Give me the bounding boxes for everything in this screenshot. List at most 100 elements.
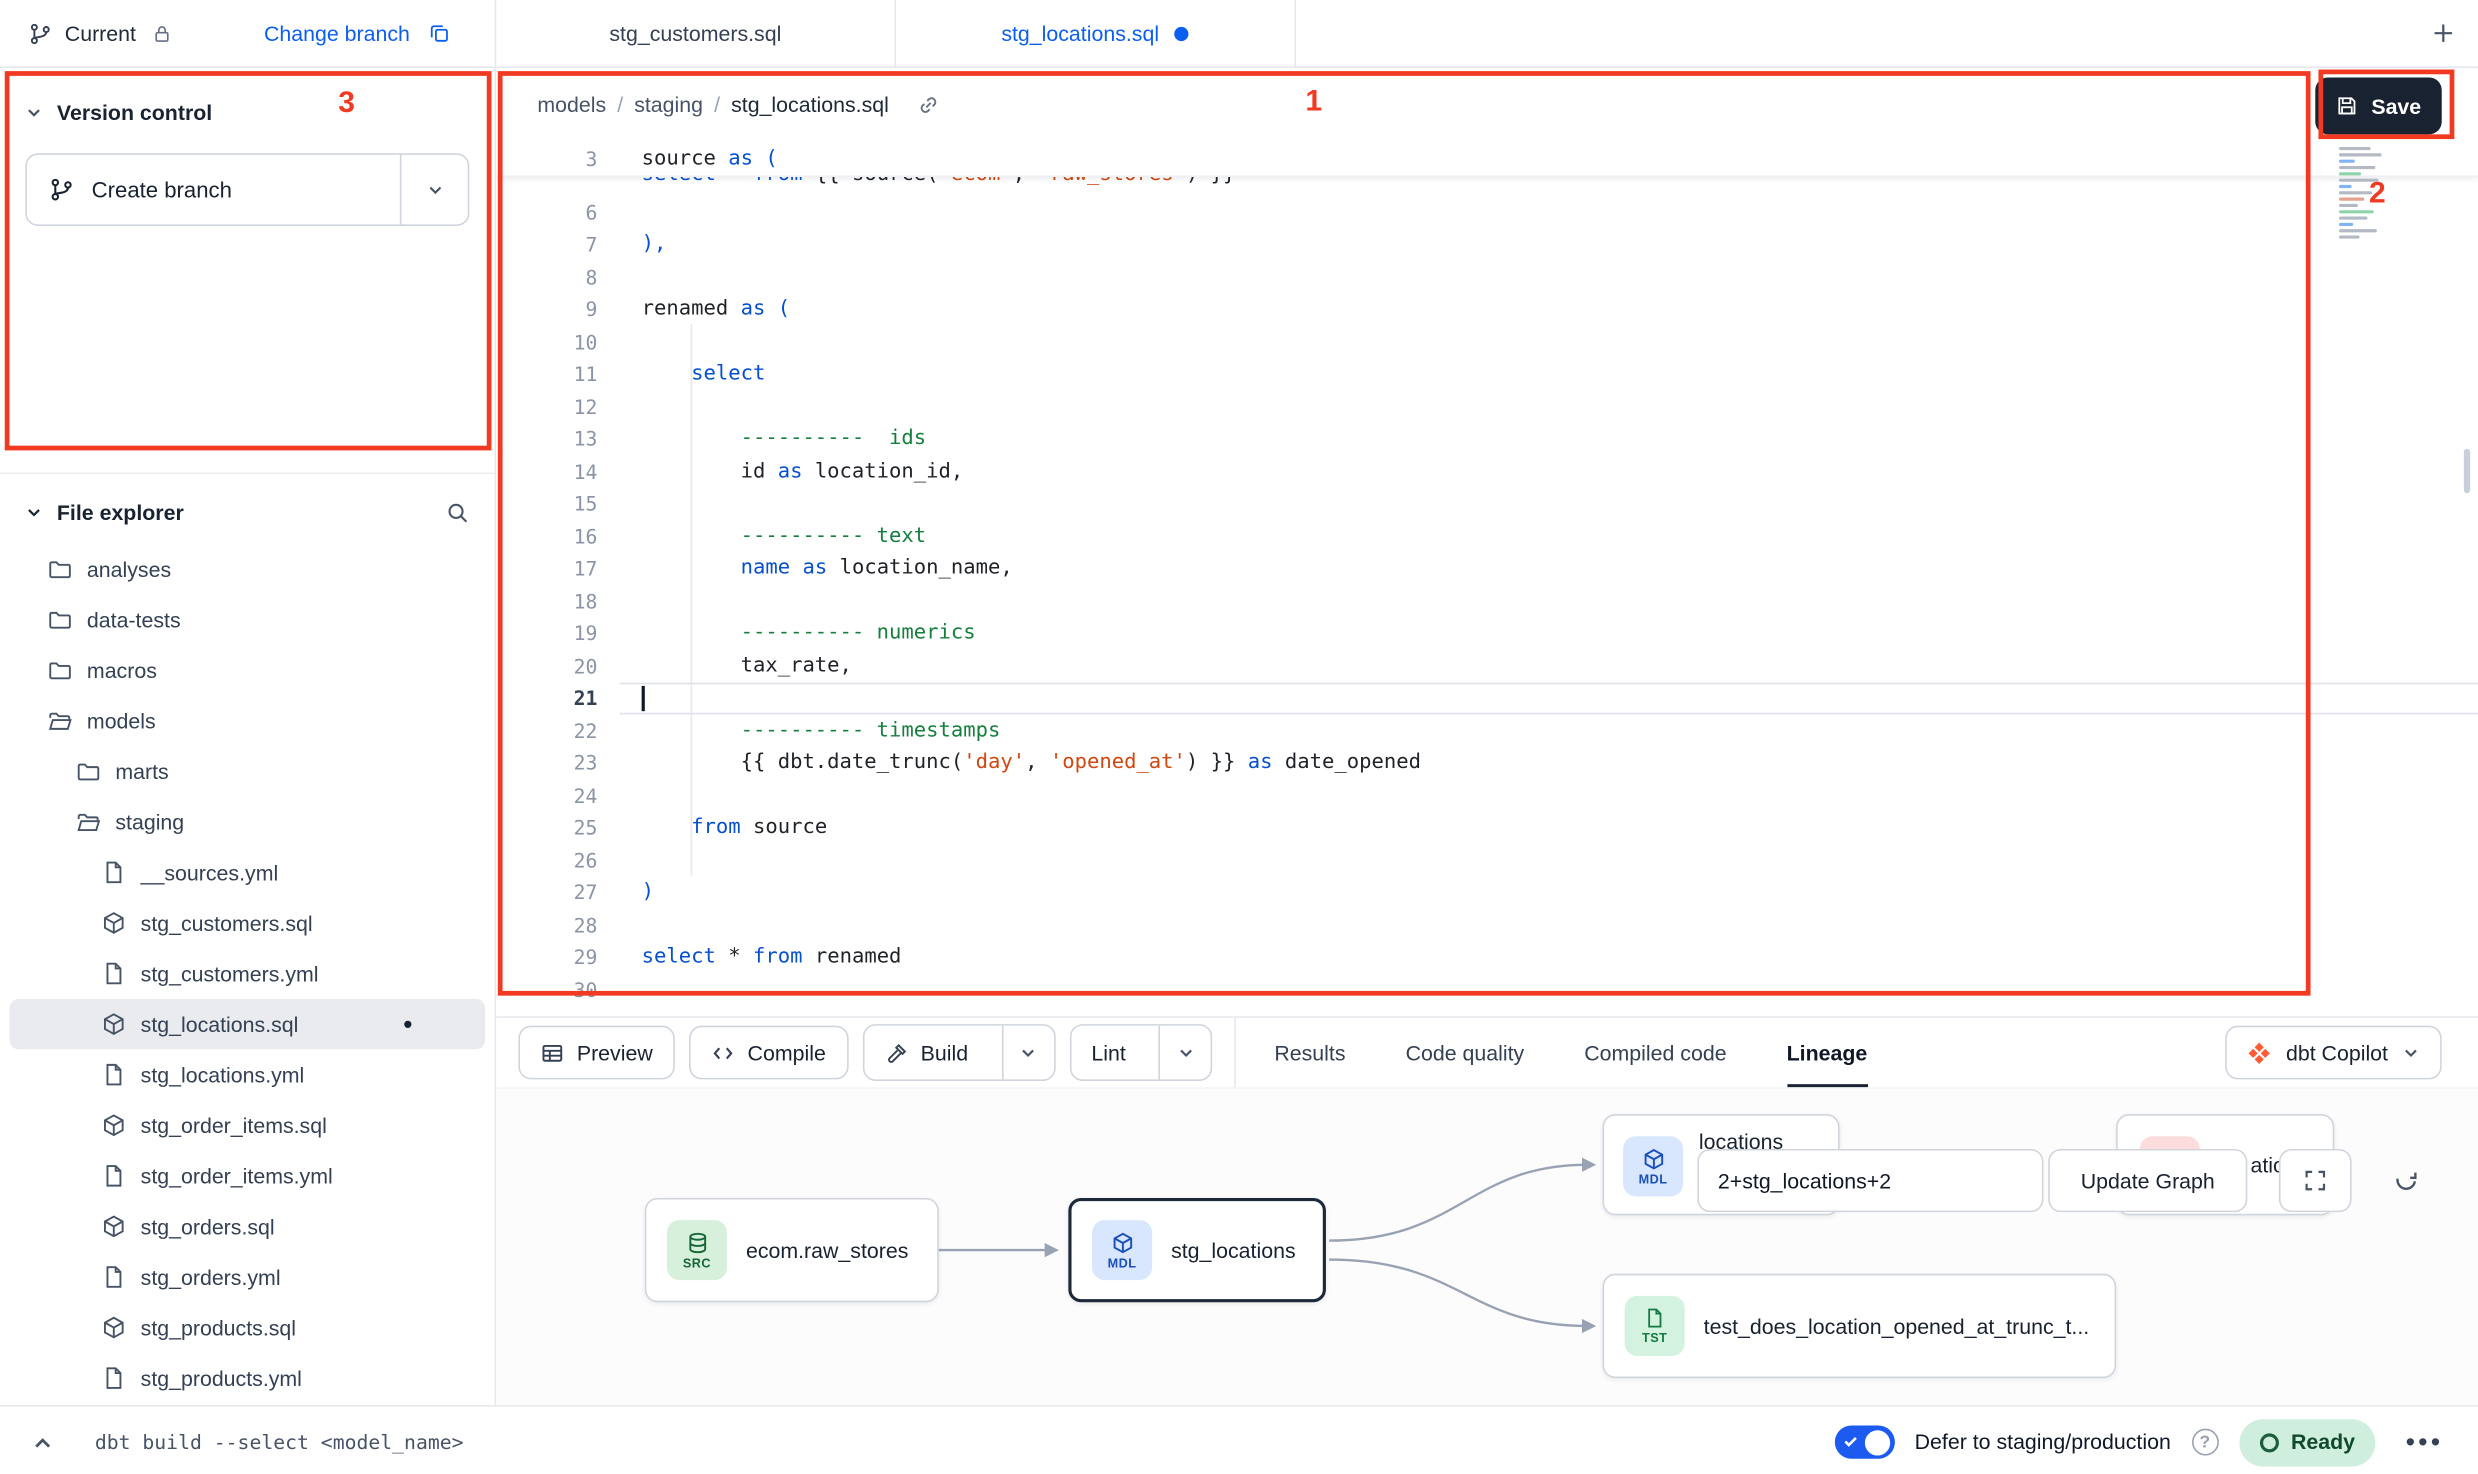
code-line-11[interactable]: 11 select	[496, 358, 2478, 390]
code-line-29[interactable]: 29select * from renamed	[496, 941, 2478, 973]
compile-button[interactable]: Compile	[689, 1026, 848, 1080]
line-number: 12	[496, 395, 619, 419]
status-ready-badge[interactable]: Ready	[2239, 1418, 2376, 1465]
breadcrumb-models[interactable]: models	[537, 92, 606, 116]
top-bar: Current Change branch stg_customers.sql …	[0, 0, 2478, 68]
code-line-27[interactable]: 27)	[496, 876, 2478, 908]
line-number: 25	[496, 816, 619, 840]
lineage-node-stg-locations[interactable]: MDL stg_locations	[1068, 1198, 1326, 1302]
code-line-24[interactable]: 24	[496, 779, 2478, 811]
tree-item-stg-products-sql[interactable]: stg_products.sql	[0, 1302, 495, 1353]
file-explorer-header[interactable]: File explorer	[0, 480, 495, 543]
copy-branch-icon[interactable]	[429, 22, 451, 44]
tree-item-stg-locations-sql[interactable]: stg_locations.sql•	[9, 999, 485, 1050]
lineage-node-test[interactable]: TST test_does_location_opened_at_trunc_t…	[1603, 1274, 2117, 1378]
tab-lineage[interactable]: Lineage	[1787, 1018, 1868, 1088]
expand-panel-icon[interactable]	[25, 1425, 60, 1460]
tree-item-stg-customers-sql[interactable]: stg_customers.sql	[0, 898, 495, 949]
line-number: 7	[496, 233, 619, 257]
code-editor[interactable]: 3source as ( select * from {{ source('ec…	[496, 141, 2478, 1017]
build-main[interactable]: Build	[864, 1026, 989, 1080]
code-line-25[interactable]: 25 from source	[496, 812, 2478, 844]
tree-item-stg-orders-sql[interactable]: stg_orders.sql	[0, 1201, 495, 1252]
file-tree: analysesdata-testsmacrosmodelsmartsstagi…	[0, 544, 495, 1404]
code-line-30[interactable]: 30	[496, 974, 2478, 1006]
create-branch-main[interactable]: Create branch	[27, 155, 400, 225]
code-line-23[interactable]: 23 {{ dbt.date_trunc('day', 'opened_at')…	[496, 747, 2478, 779]
lint-button[interactable]: Lint	[1069, 1024, 1212, 1081]
tab-compiled-code[interactable]: Compiled code	[1584, 1018, 1726, 1088]
breadcrumb-staging[interactable]: staging	[634, 92, 703, 116]
save-button[interactable]: Save	[2316, 77, 2442, 134]
lineage-node-source[interactable]: SRC ecom.raw_stores	[645, 1198, 939, 1302]
lineage-selector-input[interactable]: 2+stg_locations+2	[1697, 1149, 2043, 1212]
minimap-bar	[2339, 166, 2375, 169]
refresh-graph-button[interactable]	[2371, 1149, 2441, 1212]
code-line-6[interactable]: 6	[496, 196, 2478, 228]
search-icon[interactable]	[446, 500, 470, 524]
tree-item-stg-order-items-sql[interactable]: stg_order_items.sql	[0, 1100, 495, 1151]
help-icon[interactable]: ?	[2191, 1429, 2218, 1456]
build-dropdown[interactable]	[1001, 1026, 1053, 1080]
code-line-20[interactable]: 20 tax_rate,	[496, 650, 2478, 682]
code-line-15[interactable]: 15	[496, 488, 2478, 520]
code-token: from	[753, 177, 802, 186]
code-line-21[interactable]: 21	[496, 682, 2478, 714]
tree-item-data-tests[interactable]: data-tests	[0, 594, 495, 645]
lint-main[interactable]: Lint	[1071, 1026, 1147, 1080]
node-label: test_does_location_opened_at_trunc_t...	[1704, 1314, 2090, 1338]
code-line-14[interactable]: 14 id as location_id,	[496, 455, 2478, 487]
tab-stg-customers-sql[interactable]: stg_customers.sql	[495, 0, 896, 66]
defer-toggle[interactable]	[1834, 1426, 1894, 1459]
create-branch-button[interactable]: Create branch	[25, 153, 469, 226]
fullscreen-button[interactable]	[2279, 1149, 2352, 1212]
code-line-3[interactable]: 3source as (	[496, 141, 2478, 176]
code-line-19[interactable]: 19 ---------- numerics	[496, 617, 2478, 649]
tab-results[interactable]: Results	[1274, 1018, 1345, 1088]
lint-dropdown[interactable]	[1159, 1026, 1211, 1080]
more-options-button[interactable]: •••	[2396, 1426, 2453, 1458]
tree-item-stg-order-items-yml[interactable]: stg_order_items.yml	[0, 1151, 495, 1202]
code-line-13[interactable]: 13 ---------- ids	[496, 423, 2478, 455]
tree-item-models[interactable]: models	[0, 695, 495, 746]
code-line-26[interactable]: 26	[496, 844, 2478, 876]
folder-icon	[76, 759, 101, 784]
tree-item-staging[interactable]: staging	[0, 797, 495, 848]
tree-item-stg-orders-yml[interactable]: stg_orders.yml	[0, 1252, 495, 1303]
update-graph-button[interactable]: Update Graph	[2048, 1149, 2247, 1212]
tab-label: Results	[1274, 1041, 1345, 1065]
tree-item-stg-products-yml[interactable]: stg_products.yml	[0, 1353, 495, 1404]
tab-stg-locations-sql[interactable]: stg_locations.sql	[896, 0, 1296, 66]
code-line-7[interactable]: 7),	[496, 228, 2478, 260]
tree-item--sources-yml[interactable]: __sources.yml	[0, 847, 495, 898]
create-branch-dropdown[interactable]	[400, 155, 468, 225]
code-line-16[interactable]: 16 ---------- text	[496, 520, 2478, 552]
preview-button[interactable]: Preview	[518, 1026, 674, 1080]
tree-item-macros[interactable]: macros	[0, 645, 495, 696]
code-line-8[interactable]: 8	[496, 261, 2478, 293]
build-button[interactable]: Build	[862, 1024, 1055, 1081]
code-line-12[interactable]: 12	[496, 390, 2478, 422]
branch-indicator[interactable]: Current	[0, 21, 172, 45]
editor-minimap[interactable]	[2339, 147, 2396, 239]
tab-code-quality[interactable]: Code quality	[1406, 1018, 1525, 1088]
code-line-18[interactable]: 18	[496, 585, 2478, 617]
code-line-9[interactable]: 9renamed as (	[496, 293, 2478, 325]
copy-link-icon[interactable]	[917, 92, 941, 116]
tree-item-stg-customers-yml[interactable]: stg_customers.yml	[0, 948, 495, 999]
new-tab-button[interactable]	[2431, 21, 2456, 46]
change-branch-link[interactable]: Change branch	[264, 21, 410, 45]
editor-scrollbar[interactable]	[2464, 449, 2470, 493]
tree-item-stg-locations-yml[interactable]: stg_locations.yml	[0, 1049, 495, 1100]
dbt-copilot-button[interactable]: dbt Copilot	[2226, 1026, 2442, 1080]
lineage-canvas[interactable]: SRC ecom.raw_stores MDL stg_locations	[496, 1087, 2478, 1405]
code-line-17[interactable]: 17 name as location_name,	[496, 552, 2478, 584]
code-line-blank[interactable]: select * from {{ source('ecom', 'raw_sto…	[496, 177, 2478, 190]
tree-item-analyses[interactable]: analyses	[0, 544, 495, 595]
sticky-code-line: 3source as (	[496, 141, 2478, 177]
code-line-28[interactable]: 28	[496, 909, 2478, 941]
tree-item-marts[interactable]: marts	[0, 746, 495, 797]
code-line-22[interactable]: 22 ---------- timestamps	[496, 714, 2478, 746]
version-control-header[interactable]: Version control	[0, 84, 495, 141]
code-line-10[interactable]: 10	[496, 326, 2478, 358]
